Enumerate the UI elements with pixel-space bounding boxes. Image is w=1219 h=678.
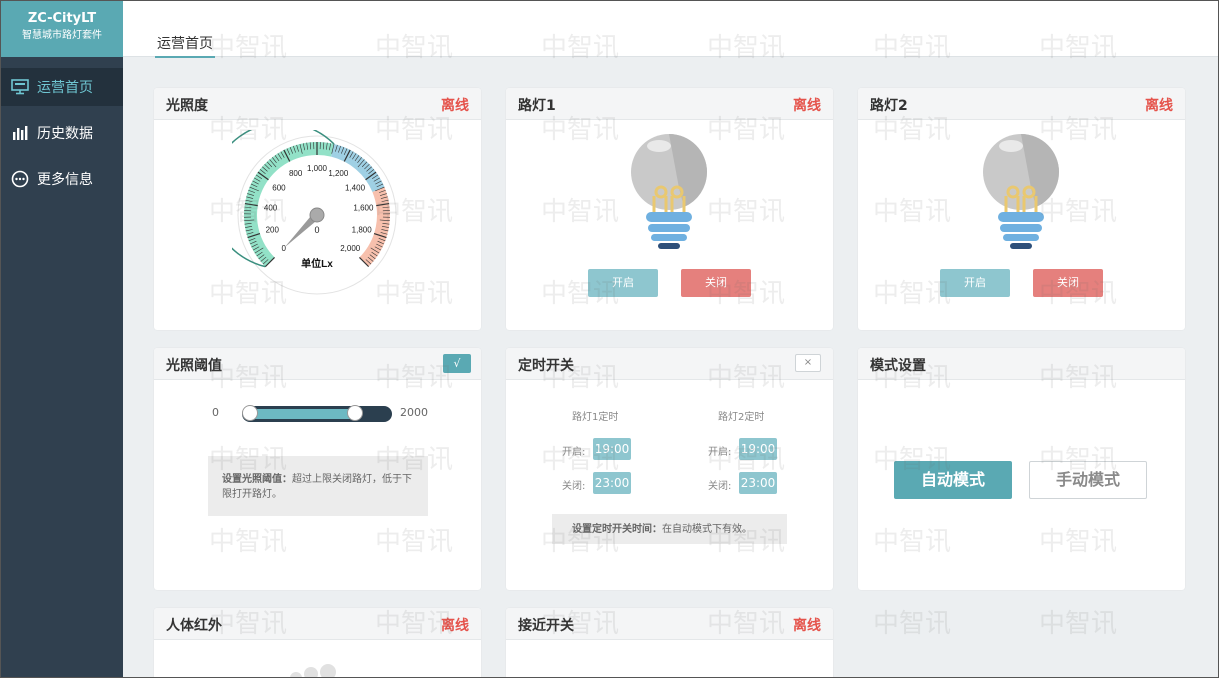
sidebar-item-home[interactable]: 运营首页 — [1, 68, 123, 106]
card-lamp1: 路灯1 离线 开启 关闭 — [506, 88, 833, 330]
confirm-button[interactable]: √ — [443, 354, 471, 373]
lamp1-on-label: 开启: — [562, 447, 586, 458]
gauge-tick-label: 1,800 — [352, 226, 373, 235]
app-window: ZC-CityLT 智慧城市路灯套件 运营首页 历史数据 更多信息 运营首页 光… — [0, 0, 1219, 678]
lamp2-timer-heading: 路灯2定时 — [718, 412, 765, 423]
gauge-tick-label: 1,000 — [307, 164, 328, 173]
gauge-value: 0 — [314, 225, 319, 235]
note-bold: 设置光照阈值： — [222, 474, 292, 485]
card-header: 人体红外 离线 — [154, 608, 481, 640]
timer-note: 设置定时开关时间：在自动模式下有效。 — [552, 514, 787, 544]
card-title: 接近开关 — [518, 618, 574, 634]
tab-home[interactable]: 运营首页 — [155, 33, 215, 58]
lamp1-on-button[interactable]: 开启 — [588, 269, 658, 297]
sidebar-item-label: 更多信息 — [37, 172, 93, 188]
slider-min-label: 0 — [212, 406, 219, 419]
gauge-tick-label: 400 — [264, 204, 278, 213]
gauge-tick-label: 800 — [289, 169, 303, 178]
gauge-tick-label: 1,600 — [353, 204, 374, 213]
gauge-tick-label: 1,200 — [328, 169, 349, 178]
threshold-note: 设置光照阈值：超过上限关闭路灯，低于下限打开路灯。 — [208, 456, 428, 516]
threshold-slider[interactable] — [242, 405, 392, 422]
lamp2-on-button[interactable]: 开启 — [940, 269, 1010, 297]
sidebar-item-label: 历史数据 — [37, 126, 93, 142]
slider-handle-high[interactable] — [346, 405, 363, 421]
brand-title: ZC-CityLT — [27, 11, 97, 26]
card-light-level: 光照度 离线 0 200 400 600 800 1,000 1,200 1,400 1,600… — [154, 88, 481, 330]
status-offline: 离线 — [793, 98, 821, 114]
pir-sensor-icon — [290, 664, 336, 677]
card-header: 路灯2 离线 — [858, 88, 1185, 120]
sidebar-item-more[interactable]: 更多信息 — [1, 160, 123, 198]
more-icon — [11, 170, 29, 188]
gauge-hub — [309, 207, 325, 223]
gauge-tick-label: 200 — [266, 226, 280, 235]
status-offline: 离线 — [441, 98, 469, 114]
card-lamp2: 路灯2 离线 开启 关闭 — [858, 88, 1185, 330]
lightbulb-icon — [983, 134, 1060, 249]
status-offline: 离线 — [793, 618, 821, 634]
watermark-text: 中智讯 — [1039, 609, 1118, 639]
lamp1-off-time[interactable]: 23:00 — [593, 472, 631, 494]
close-button[interactable]: × — [795, 354, 821, 372]
lamp2-off-button[interactable]: 关闭 — [1033, 269, 1103, 297]
sidebar-item-label: 运营首页 — [37, 80, 93, 96]
card-header: 定时开关 × — [506, 348, 833, 380]
card-title: 人体红外 — [166, 618, 222, 634]
card-title: 路灯2 — [870, 98, 908, 114]
slider-max-label: 2000 — [400, 406, 428, 419]
card-title: 路灯1 — [518, 98, 556, 114]
lamp1-timer-heading: 路灯1定时 — [572, 412, 619, 423]
sidebar: ZC-CityLT 智慧城市路灯套件 运营首页 历史数据 更多信息 — [1, 1, 123, 677]
proximity-sensor-icon — [630, 672, 710, 678]
lamp2-off-time[interactable]: 23:00 — [739, 472, 777, 494]
card-title: 光照阈值 — [166, 358, 222, 374]
card-header: 光照阈值 √ — [154, 348, 481, 380]
sidebar-item-history[interactable]: 历史数据 — [1, 114, 123, 152]
card-title: 定时开关 — [518, 358, 574, 374]
manual-mode-button[interactable]: 手动模式 — [1029, 461, 1147, 499]
card-header: 模式设置 — [858, 348, 1185, 380]
card-title: 模式设置 — [870, 358, 926, 374]
brand-subtitle: 智慧城市路灯套件 — [22, 30, 102, 41]
gauge-tick-label: 0 — [282, 244, 287, 253]
top-bar: 运营首页 — [123, 1, 1218, 58]
card-title: 光照度 — [166, 98, 208, 114]
note-bold: 设置定时开关时间： — [572, 524, 662, 535]
lamp2-on-time[interactable]: 19:00 — [739, 438, 777, 460]
status-offline: 离线 — [1145, 98, 1173, 114]
note-text: 在自动模式下有效。 — [662, 524, 752, 535]
lightbulb-icon — [631, 134, 708, 249]
lamp1-off-button[interactable]: 关闭 — [681, 269, 751, 297]
card-header: 光照度 离线 — [154, 88, 481, 120]
lamp1-on-time[interactable]: 19:00 — [593, 438, 631, 460]
bar-chart-icon — [11, 124, 29, 142]
card-proximity: 接近开关 离线 — [506, 608, 833, 678]
light-gauge: 02004006008001,0001,2001,4001,6001,8002,… — [232, 130, 397, 295]
slider-handle-low[interactable] — [242, 405, 258, 421]
gauge-tick-label: 2,000 — [340, 244, 361, 253]
card-pir: 人体红外 离线 — [154, 608, 481, 677]
main-content: 运营首页 光照度 离线 0 200 400 600 800 1,000 1,200 1,400… — [123, 1, 1218, 678]
card-timer: 定时开关 × 路灯1定时 路灯2定时 开启: 19:00 关闭: 23:00 开… — [506, 348, 833, 590]
lamp1-off-label: 关闭: — [562, 481, 586, 492]
status-offline: 离线 — [441, 618, 469, 634]
monitor-icon — [11, 78, 29, 96]
gauge-tick-label: 600 — [272, 183, 286, 192]
gauge-unit: 单位Lx — [301, 257, 333, 270]
gauge-tick-label: 1,400 — [345, 183, 366, 192]
card-threshold: 光照阈值 √ 0 2000 设置光照阈值：超过上限关闭路灯，低于下限打开路灯。 — [154, 348, 481, 590]
auto-mode-button[interactable]: 自动模式 — [894, 461, 1012, 499]
watermark-text: 中智讯 — [873, 609, 952, 639]
brand: ZC-CityLT 智慧城市路灯套件 — [1, 1, 123, 57]
card-mode: 模式设置 自动模式 手动模式 — [858, 348, 1185, 590]
card-header: 接近开关 离线 — [506, 608, 833, 640]
slider-range — [250, 409, 355, 419]
card-header: 路灯1 离线 — [506, 88, 833, 120]
lamp2-on-label: 开启: — [708, 447, 732, 458]
lamp2-off-label: 关闭: — [708, 481, 732, 492]
